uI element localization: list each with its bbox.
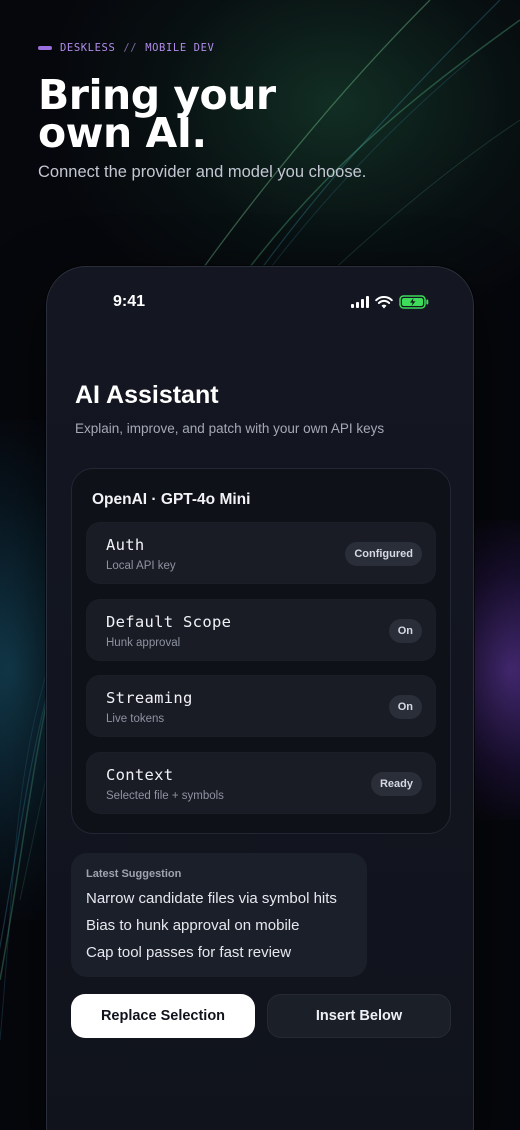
setting-row-subtitle: Hunk approval	[106, 637, 181, 649]
wifi-icon	[375, 295, 393, 309]
suggestion-item: Bias to hunk approval on mobile	[86, 917, 300, 934]
setting-row-context[interactable]: Context Selected file + symbols Ready	[86, 752, 436, 814]
signal-icon	[351, 296, 369, 308]
screen-description: Explain, improve, and patch with your ow…	[75, 421, 385, 436]
status-icons	[351, 295, 429, 309]
headline-line-2: own AI.	[38, 109, 207, 157]
setting-row-streaming[interactable]: Streaming Live tokens On	[86, 675, 436, 737]
eyebrow-separator: //	[123, 42, 138, 54]
battery-icon	[399, 295, 429, 309]
eyebrow-section: MOBILE DEV	[145, 42, 215, 54]
insert-below-button[interactable]: Insert Below	[267, 994, 451, 1038]
phone-frame: 9:41 AI Assistant Explain, improve, and …	[46, 266, 474, 1130]
setting-row-title: Default Scope	[106, 613, 232, 631]
status-time: 9:41	[113, 293, 146, 310]
screen-title: AI Assistant	[75, 381, 219, 409]
status-badge: On	[388, 619, 422, 643]
setting-row-subtitle: Local API key	[106, 560, 176, 572]
eyebrow-brand: DESKLESS	[60, 42, 116, 54]
eyebrow: DESKLESS // MOBILE DEV	[38, 41, 214, 55]
subtitle: Connect the provider and model you choos…	[38, 163, 367, 181]
setting-row-subtitle: Selected file + symbols	[106, 790, 224, 802]
suggestion-item: Cap tool passes for fast review	[86, 944, 292, 961]
provider-card-title: OpenAI · GPT-4o Mini	[92, 491, 251, 508]
replace-selection-button[interactable]: Replace Selection	[71, 994, 255, 1038]
setting-row-title: Context	[106, 766, 174, 784]
eyebrow-pill	[38, 46, 52, 50]
setting-row-title: Streaming	[106, 689, 193, 707]
latest-suggestion-panel: Latest Suggestion Narrow candidate files…	[71, 853, 367, 977]
provider-card: OpenAI · GPT-4o Mini Auth Local API key …	[71, 468, 451, 834]
suggestion-item: Narrow candidate files via symbol hits	[86, 890, 337, 907]
status-badge: Configured	[345, 542, 422, 566]
headline: Bring your own AI.	[38, 75, 478, 157]
setting-row-subtitle: Live tokens	[106, 713, 165, 725]
status-badge: Ready	[370, 772, 422, 796]
setting-row-default-scope[interactable]: Default Scope Hunk approval On	[86, 599, 436, 661]
setting-row-title: Auth	[106, 536, 145, 554]
setting-row-auth[interactable]: Auth Local API key Configured	[86, 522, 436, 584]
status-badge: On	[388, 695, 422, 719]
suggestion-heading: Latest Suggestion	[86, 868, 182, 880]
